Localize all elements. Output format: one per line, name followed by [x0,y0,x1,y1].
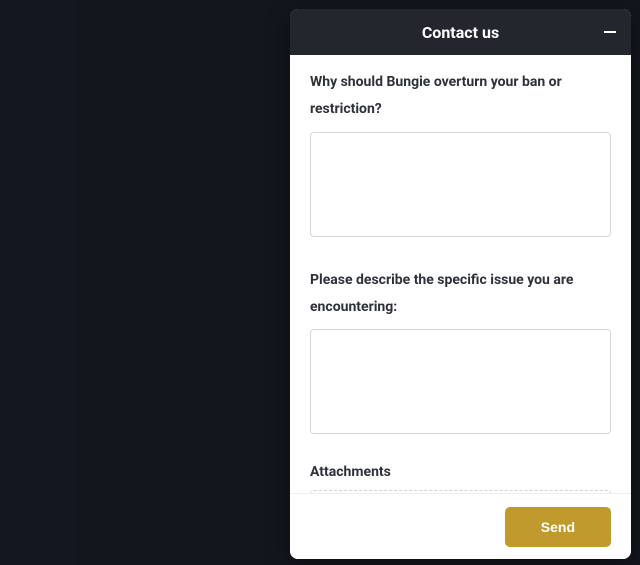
contact-widget: Contact us Why should Bungie overturn yo… [290,9,631,559]
app-sidebar [0,0,77,565]
attachments-label: Attachments [310,464,611,480]
widget-header: Contact us [290,9,631,55]
widget-body: Why should Bungie overturn your ban or r… [290,55,631,493]
question-overturn-textarea[interactable] [310,132,611,237]
widget-title: Contact us [422,23,499,42]
minimize-button[interactable] [603,25,617,39]
minimize-icon [604,31,616,33]
widget-footer: Send [290,493,631,559]
send-button[interactable]: Send [505,507,611,547]
question-issue-label: Please describe the specific issue you a… [310,267,611,322]
question-issue-textarea[interactable] [310,329,611,434]
question-overturn-label: Why should Bungie overturn your ban or r… [310,69,611,124]
